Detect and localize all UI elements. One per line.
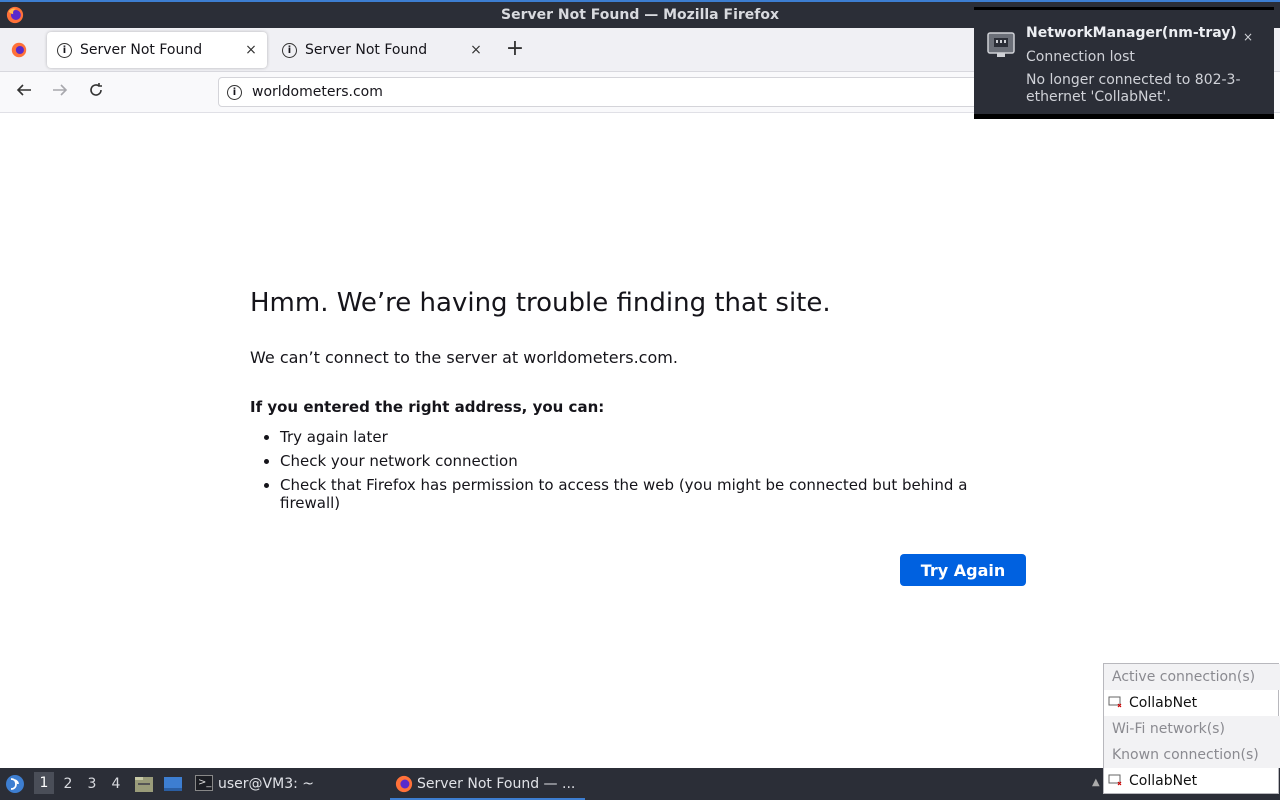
arrow-right-icon: [53, 84, 68, 96]
notification-app-name: NetworkManager(nm-tray): [1026, 25, 1237, 41]
info-icon: i: [57, 42, 72, 58]
tab-server-not-found-2[interactable]: i Server Not Found ×: [272, 32, 492, 68]
notification-popup[interactable]: NetworkManager(nm-tray) Connection lost …: [974, 7, 1274, 119]
forward-button[interactable]: [48, 81, 72, 105]
known-connections-header: Known connection(s): [1104, 742, 1280, 768]
tab-server-not-found-1[interactable]: i Server Not Found ×: [47, 32, 267, 68]
error-page: Hmm. We’re having trouble finding that s…: [250, 288, 1030, 518]
reload-button[interactable]: [84, 81, 108, 105]
firefox-icon: [395, 775, 413, 793]
taskbar-firefox-task[interactable]: Server Not Found — ...: [390, 768, 585, 800]
firefox-view-icon[interactable]: [10, 41, 28, 59]
menu-item-label: CollabNet: [1129, 695, 1198, 711]
terminal-icon: >_: [195, 775, 213, 791]
wired-disconnected-icon: [1108, 774, 1122, 786]
wired-disconnected-icon: [1108, 696, 1122, 708]
workspace-2[interactable]: 2: [58, 776, 78, 792]
tab-label: Server Not Found: [80, 42, 203, 58]
menu-item-label: CollabNet: [1129, 773, 1198, 789]
workspace-3[interactable]: 3: [82, 776, 102, 792]
network-wired-icon: [987, 32, 1015, 57]
url-bar[interactable]: i worldometers.com: [218, 77, 998, 107]
taskbar: 1 2 3 4 >_ user@VM3: ~ Server Not Found …: [0, 768, 1280, 800]
taskbar-firefox-label: Server Not Found — ...: [417, 776, 576, 792]
arrow-left-icon: [16, 84, 31, 96]
taskbar-terminal-task[interactable]: user@VM3: ~: [218, 776, 314, 792]
try-again-button[interactable]: Try Again: [900, 554, 1026, 586]
tab-close-icon[interactable]: ×: [243, 42, 259, 58]
notification-body: No longer connected to 802-3-ethernet 'C…: [1026, 72, 1241, 105]
network-tray-menu: Active connection(s) CollabNet Wi-Fi net…: [1103, 663, 1280, 794]
site-info-icon[interactable]: i: [227, 85, 242, 100]
back-button[interactable]: [12, 81, 36, 105]
suggestion-list: Try again later Check your network conne…: [250, 428, 1030, 512]
error-message: We can’t connect to the server at worldo…: [250, 348, 678, 367]
new-tab-button[interactable]: +: [505, 36, 525, 62]
suggestion-title: If you entered the right address, you ca…: [250, 398, 605, 416]
workspace-1[interactable]: 1: [34, 772, 54, 794]
reload-icon: [90, 83, 102, 96]
list-item: Check that Firefox has permission to acc…: [280, 476, 1030, 512]
tab-label: Server Not Found: [305, 42, 428, 58]
info-icon: i: [282, 42, 297, 58]
tab-close-icon[interactable]: ×: [468, 42, 484, 58]
show-desktop-icon[interactable]: [163, 775, 183, 793]
file-manager-icon[interactable]: [134, 775, 154, 793]
start-menu-icon[interactable]: [5, 774, 25, 794]
list-item: Check your network connection: [280, 452, 1030, 470]
active-connections-header: Active connection(s): [1104, 664, 1280, 690]
notification-summary: Connection lost: [1026, 49, 1135, 65]
url-text[interactable]: worldometers.com: [252, 84, 383, 100]
workspace-4[interactable]: 4: [106, 776, 126, 792]
notification-close-icon[interactable]: ×: [1243, 30, 1253, 44]
list-item: Try again later: [280, 428, 1030, 446]
error-heading: Hmm. We’re having trouble finding that s…: [250, 288, 831, 318]
menu-item-known-collabnet[interactable]: CollabNet: [1104, 768, 1280, 794]
wifi-networks-header: Wi-Fi network(s): [1104, 716, 1280, 742]
menu-item-active-collabnet[interactable]: CollabNet: [1104, 690, 1280, 716]
